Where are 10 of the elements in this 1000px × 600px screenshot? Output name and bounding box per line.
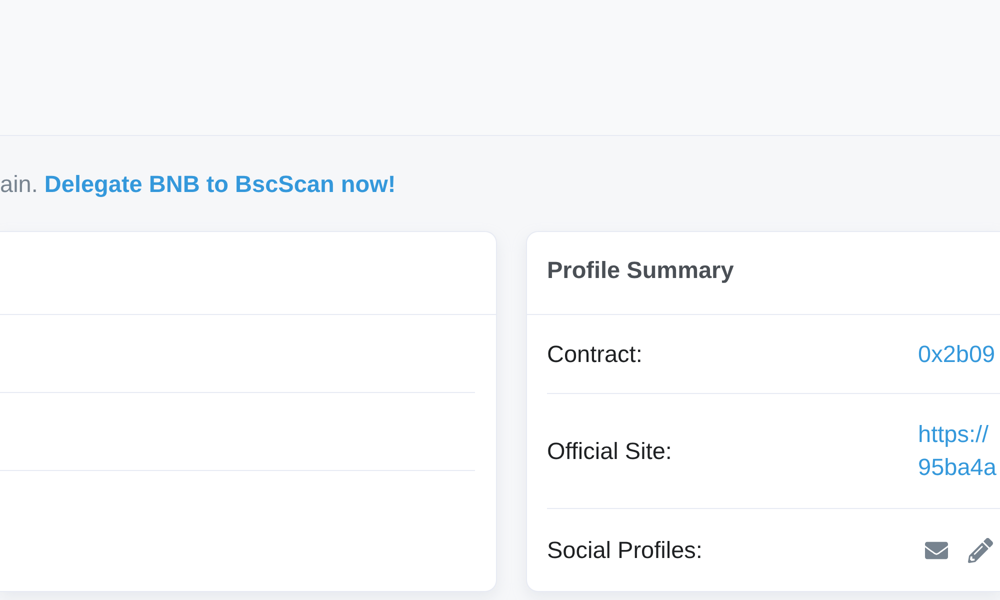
promo-text: ain. Delegate BNB to BscScan now! <box>0 170 396 198</box>
value-link[interactable]: https:// <box>918 418 989 451</box>
card-title: Profile Summary <box>547 256 734 284</box>
value-link[interactable]: 95ba4a <box>918 451 996 484</box>
delegate-link[interactable]: Delegate BNB to BscScan now! <box>44 170 396 196</box>
row-label: Social Profiles: <box>547 536 704 565</box>
value-link[interactable]: 0x2b09 <box>918 339 996 369</box>
row-label: Contract: <box>547 340 644 369</box>
row-label: Official Site: <box>547 437 673 466</box>
pencil-icon[interactable] <box>968 538 993 562</box>
